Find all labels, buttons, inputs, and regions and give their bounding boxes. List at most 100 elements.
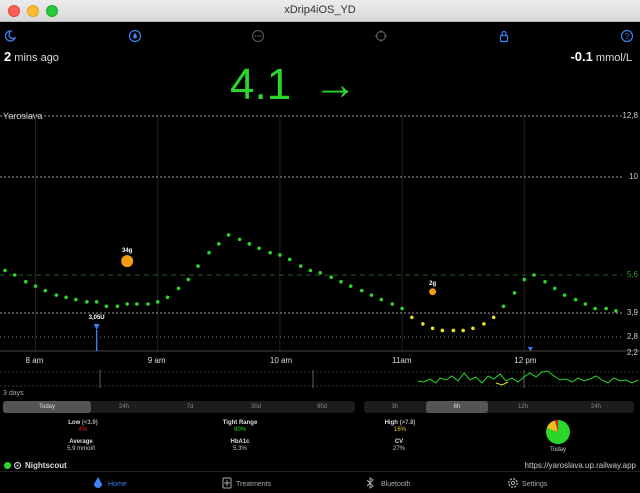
tab-treatments[interactable]: Treatments [236,481,271,488]
stat-low-value: 4% [78,427,88,433]
x-tick-label: 8 am [25,356,44,365]
insulin-marker[interactable] [93,324,100,330]
app-window: xDrip4iOS_YD ? 2 mins ago -0.1 mmol/L 4.… [0,0,640,493]
segment-24h-hours[interactable]: 24h [558,401,634,413]
stat-hba1c-value: 5.3% [233,446,247,452]
title-bar: xDrip4iOS_YD [0,0,640,22]
hours-segment-control[interactable]: 3h 6h 12h 24h [364,401,634,413]
glucose-point [23,279,28,284]
y-tick-label: 3,9 [626,308,638,317]
time-in-range-pie [546,420,570,444]
glucose-point [268,250,272,255]
glucose-point [461,328,465,333]
segment-3h[interactable]: 3h [364,401,426,413]
segment-30d[interactable]: 30d [223,401,289,413]
glucose-point [318,270,323,275]
segment-24h[interactable]: 24h [91,401,157,413]
glucose-number: 4.1 [230,60,292,109]
pie-label: Today [549,447,566,453]
bluetooth-tab-icon[interactable] [366,477,374,489]
carbs-marker[interactable] [429,288,437,296]
carbs-marker[interactable] [121,255,134,268]
y-tick-label: 2,2 [626,348,638,357]
segment-today[interactable]: Today [3,401,91,413]
glucose-point [421,322,425,326]
drop-tab-icon[interactable] [93,477,103,489]
glucose-point [287,257,292,262]
segment-12h[interactable]: 12h [488,401,558,413]
glucose-point [257,246,261,251]
time-ago-text: mins ago [11,52,59,64]
glucose-point [573,297,578,302]
stat-low-label: Low (<3.9) [58,420,108,426]
stat-hba1c-label: HbA1c [230,439,250,445]
glucose-point [614,308,618,313]
glucose-point [115,304,120,309]
glucose-chart[interactable]: 34g 2g 3,05U [0,112,640,357]
glucose-point [176,286,181,291]
x-tick-label: 12 pm [514,356,537,365]
tab-bluetooth[interactable]: Bluetooth [381,481,411,488]
nightscout-url[interactable]: https://yaroslava.up.railway.app [525,461,636,470]
carbs-label: 34g [122,248,133,254]
window-title: xDrip4iOS_YD [284,4,356,16]
glucose-point [146,302,150,306]
glucose-point [308,268,313,273]
tab-settings[interactable]: Settings [522,481,547,488]
treatments-tab-icon[interactable] [222,477,232,489]
glucose-point [390,302,395,306]
tab-divider [0,471,640,472]
glucose-point [43,288,48,293]
glucose-point [12,273,17,277]
glucose-point [85,300,89,304]
glucose-point [451,328,456,333]
glucose-point [583,302,588,306]
settings-tab-icon[interactable] [507,477,519,489]
nightscout-label[interactable]: Nightscout [25,461,67,470]
glucose-point [553,286,557,291]
x-tick-label: 10 am [269,356,293,365]
settings-gear-icon[interactable] [13,461,22,470]
glucose-point [348,284,353,288]
lock-icon[interactable] [497,29,511,43]
glucose-value: 4.1 → [230,60,410,112]
x-tick-label: 9 am [147,356,166,365]
crosshair-icon[interactable] [374,29,388,43]
stat-cv-value: 27% [392,446,405,452]
glucose-point [491,315,496,320]
glucose-point [339,279,343,284]
nightscout-status-dot [4,462,11,469]
stat-low-title: Low [68,420,81,426]
stat-average-label: Average [69,439,93,445]
delta-number: -0.1 [570,49,593,64]
dots-icon[interactable] [251,29,265,43]
carbs-label: 2g [429,281,436,287]
glucose-point [440,328,445,333]
drop-icon[interactable] [128,29,142,43]
stat-high-range: (>7.8) [399,420,416,426]
glucose-point [64,295,68,300]
stat-high-value: 16% [393,427,406,433]
glucose-point [226,233,231,237]
insulin-label: 3,05U [89,315,105,321]
glucose-point [369,293,374,297]
period-segment-control[interactable]: Today 24h 7d 30d 90d [3,401,355,413]
glucose-point [104,304,109,309]
x-tick-label: 11am [392,356,412,365]
moon-icon[interactable] [3,29,17,43]
glucose-point [74,297,78,302]
glucose-point [165,295,170,300]
stat-tight-value: 80% [233,427,246,433]
segment-7d[interactable]: 7d [157,401,223,413]
tab-home[interactable]: Home [108,481,127,488]
glucose-point [410,315,414,320]
glucose-point [135,302,139,306]
segment-90d[interactable]: 90d [289,401,355,413]
glucose-point [298,264,303,268]
glucose-point [379,297,384,302]
mini-chart[interactable] [0,367,640,393]
glucose-point [125,302,129,306]
help-icon[interactable]: ? [620,29,634,43]
delta-unit: mmol/L [592,52,632,64]
segment-6h[interactable]: 6h [426,401,488,413]
